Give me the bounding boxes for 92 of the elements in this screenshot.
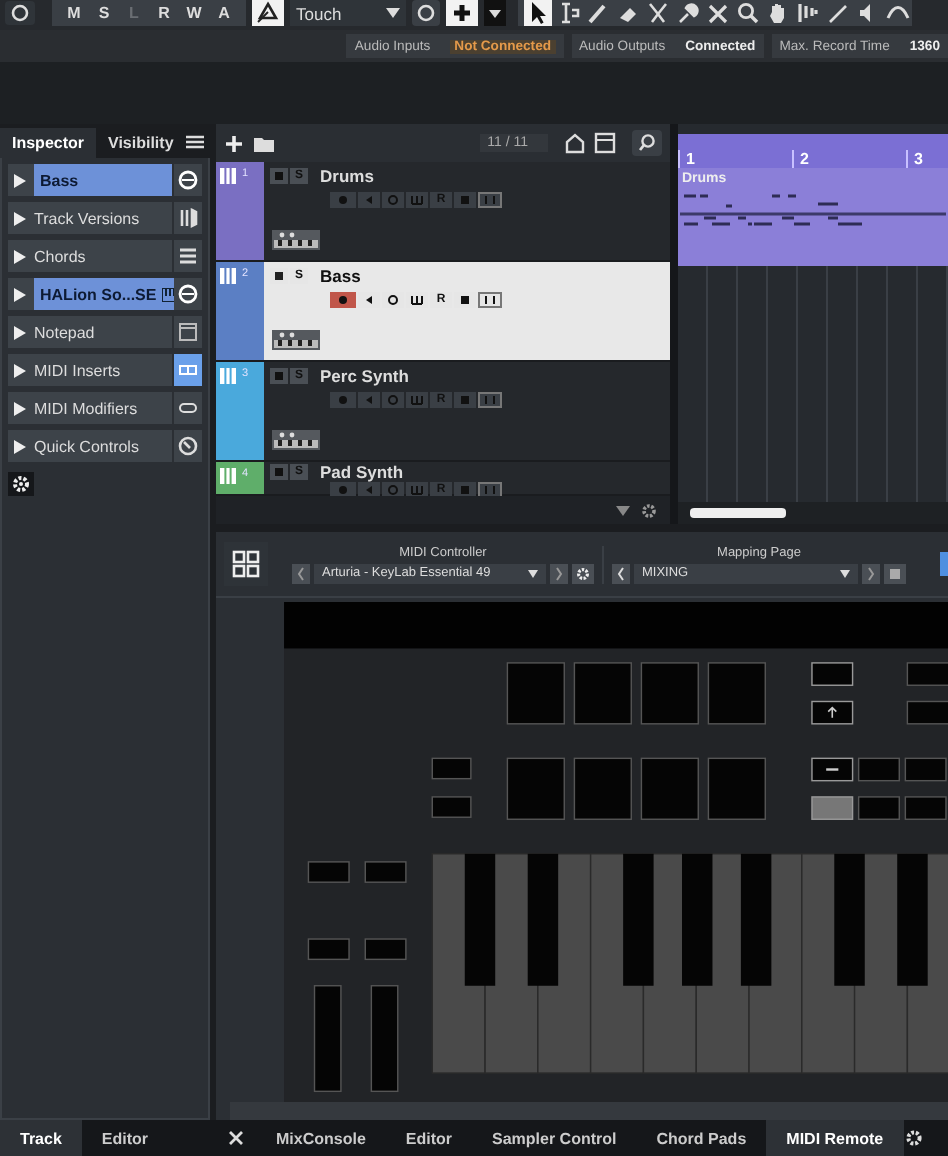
bars-tool-icon[interactable]: [794, 0, 822, 26]
caret-icon: [528, 569, 538, 577]
expand-icon: [14, 211, 26, 225]
zone-tab[interactable]: Editor: [81, 1120, 169, 1156]
expand-icon: [14, 287, 26, 301]
section-title: HALion So...SE: [34, 278, 179, 310]
section-header[interactable]: MIDI Inserts: [8, 354, 172, 386]
mute-tool-icon[interactable]: [704, 0, 732, 26]
scroll-marker: [940, 552, 948, 576]
zone-tab[interactable]: MIDI Remote: [766, 1120, 904, 1156]
section-header[interactable]: Notepad: [8, 316, 172, 348]
section-title: Chords: [34, 247, 86, 265]
section-title: Notepad: [34, 323, 95, 341]
automation-mode-dropdown[interactable]: Touch: [290, 0, 406, 26]
modifiers-icon[interactable]: [174, 392, 202, 424]
caret-icon[interactable]: [484, 0, 506, 26]
edit-icon[interactable]: [382, 292, 404, 308]
zoom-tool-icon[interactable]: [734, 0, 762, 26]
zone-tab[interactable]: Editor: [385, 1120, 473, 1156]
expand-icon: [14, 249, 26, 263]
notepad-icon[interactable]: [174, 316, 202, 348]
keyboard-icon: [220, 368, 236, 384]
track-name: Perc Synth: [320, 366, 409, 386]
section-title: Track Versions: [34, 209, 140, 227]
section-header[interactable]: MIDI Modifiers: [8, 392, 172, 424]
settings-icon[interactable]: [572, 563, 594, 583]
section-title: Quick Controls: [34, 437, 139, 455]
settings-icon[interactable]: [640, 501, 658, 519]
settings-icon[interactable]: [8, 472, 34, 496]
state-button[interactable]: R: [150, 0, 178, 26]
expand-icon: [14, 401, 26, 415]
close-icon[interactable]: [228, 1130, 244, 1146]
folder-icon[interactable]: [252, 133, 276, 153]
zone-tab[interactable]: Track: [0, 1120, 82, 1156]
next-icon[interactable]: [862, 563, 880, 583]
inspector-tab[interactable]: Inspector: [0, 128, 97, 158]
caret-icon: [840, 569, 850, 577]
line-tool-icon[interactable]: [824, 0, 852, 26]
previous-icon[interactable]: [292, 563, 310, 583]
section-header[interactable]: Quick Controls: [8, 430, 172, 462]
automation-icon[interactable]: [252, 0, 284, 26]
keyboard-icon: [220, 468, 236, 484]
caret-icon: [386, 8, 400, 18]
record-icon[interactable]: [330, 292, 356, 308]
expand-icon: [14, 325, 26, 339]
mute-icon[interactable]: [270, 268, 288, 284]
zone-tab[interactable]: MixConsole: [256, 1120, 386, 1156]
scrollbar-thumb[interactable]: [690, 508, 786, 518]
versions-icon[interactable]: [174, 202, 202, 234]
section-title: Bass: [34, 164, 172, 196]
state-button[interactable]: M: [60, 0, 88, 26]
add-icon[interactable]: [224, 133, 244, 153]
keyboard-icon: [162, 287, 179, 301]
section-title: MIDI Modifiers: [34, 399, 138, 417]
menu-icon[interactable]: [186, 134, 204, 150]
chords-icon[interactable]: [174, 240, 202, 272]
save-icon[interactable]: [884, 563, 906, 583]
expand-icon: [14, 363, 26, 377]
glue-tool-icon[interactable]: [674, 0, 702, 26]
track-name: Bass: [320, 266, 361, 286]
section-header[interactable]: HALion So...SE: [8, 278, 172, 310]
zone-tab[interactable]: Chord Pads: [636, 1120, 767, 1156]
search-icon[interactable]: [632, 130, 662, 156]
state-button[interactable]: S: [90, 0, 118, 26]
section-header[interactable]: Chords: [8, 240, 172, 272]
section-title: MIDI Inserts: [34, 361, 121, 379]
edit-icon[interactable]: [412, 0, 440, 26]
window-icon[interactable]: [594, 132, 616, 154]
edit-icon[interactable]: [174, 164, 202, 196]
inspector-tab[interactable]: Visibility: [96, 128, 186, 158]
snap-icon[interactable]: [446, 0, 478, 26]
expand-icon: [14, 439, 26, 453]
state-button[interactable]: A: [210, 0, 238, 26]
zone-tab[interactable]: Sampler Control: [472, 1120, 637, 1156]
state-button[interactable]: W: [180, 0, 208, 26]
next-icon[interactable]: [550, 563, 568, 583]
pointer-tool-icon[interactable]: [524, 0, 552, 26]
constrain-icon[interactable]: [4, 0, 36, 26]
ruler[interactable]: 1 2 3: [678, 134, 948, 168]
scissors-tool-icon[interactable]: [644, 0, 672, 26]
lanes-icon[interactable]: [478, 292, 502, 308]
previous-icon[interactable]: [612, 563, 630, 583]
expand-icon: [14, 173, 26, 187]
home-icon[interactable]: [564, 132, 586, 154]
keyboard-icon[interactable]: [406, 292, 428, 308]
keyboard-icon: [220, 268, 236, 284]
track-name: Drums: [320, 166, 374, 186]
section-header[interactable]: Track Versions: [8, 202, 172, 234]
keyboard-icon: [220, 168, 236, 184]
track-name: Pad Synth: [320, 462, 404, 482]
section-header[interactable]: Bass: [8, 164, 172, 196]
horizontal-scrollbar[interactable]: [230, 1102, 948, 1120]
